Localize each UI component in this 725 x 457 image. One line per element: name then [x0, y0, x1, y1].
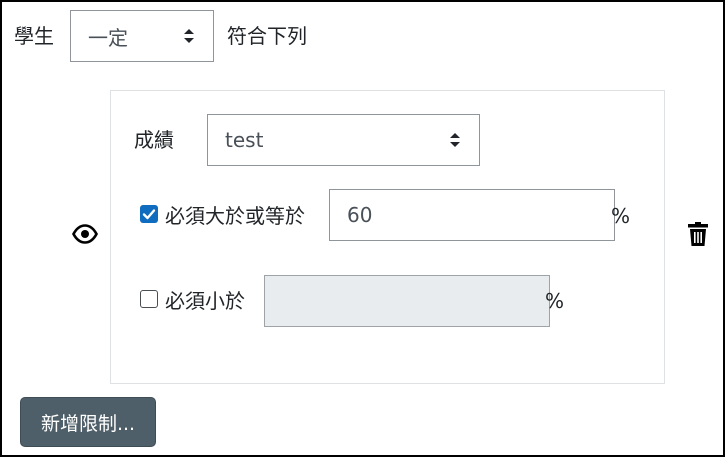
- grade-select-value: test: [225, 128, 264, 152]
- min-grade-input[interactable]: 60: [329, 189, 615, 241]
- add-restriction-label: 新增限制...: [40, 412, 136, 435]
- eye-icon[interactable]: [72, 224, 98, 244]
- max-grade-label: 必須小於: [165, 289, 245, 313]
- min-grade-checkbox[interactable]: [140, 205, 158, 223]
- min-grade-value: 60: [347, 203, 373, 227]
- add-restriction-button[interactable]: 新增限制...: [20, 397, 156, 447]
- trash-icon[interactable]: [687, 222, 709, 246]
- condition-select-value: 一定: [88, 25, 128, 50]
- min-grade-label: 必須大於或等於: [165, 204, 305, 228]
- checkmark-icon: [142, 209, 156, 220]
- grade-label: 成績: [134, 128, 174, 152]
- match-suffix-label: 符合下列: [227, 24, 307, 48]
- student-label: 學生: [14, 24, 54, 48]
- min-percent-unit: %: [611, 204, 631, 228]
- max-grade-input: [264, 275, 550, 327]
- max-percent-unit: %: [545, 289, 565, 313]
- select-arrows-icon: [450, 133, 460, 147]
- condition-select[interactable]: 一定: [70, 10, 214, 62]
- max-grade-checkbox[interactable]: [140, 290, 158, 308]
- grade-item-select[interactable]: test: [207, 114, 480, 166]
- select-arrows-icon: [184, 29, 194, 43]
